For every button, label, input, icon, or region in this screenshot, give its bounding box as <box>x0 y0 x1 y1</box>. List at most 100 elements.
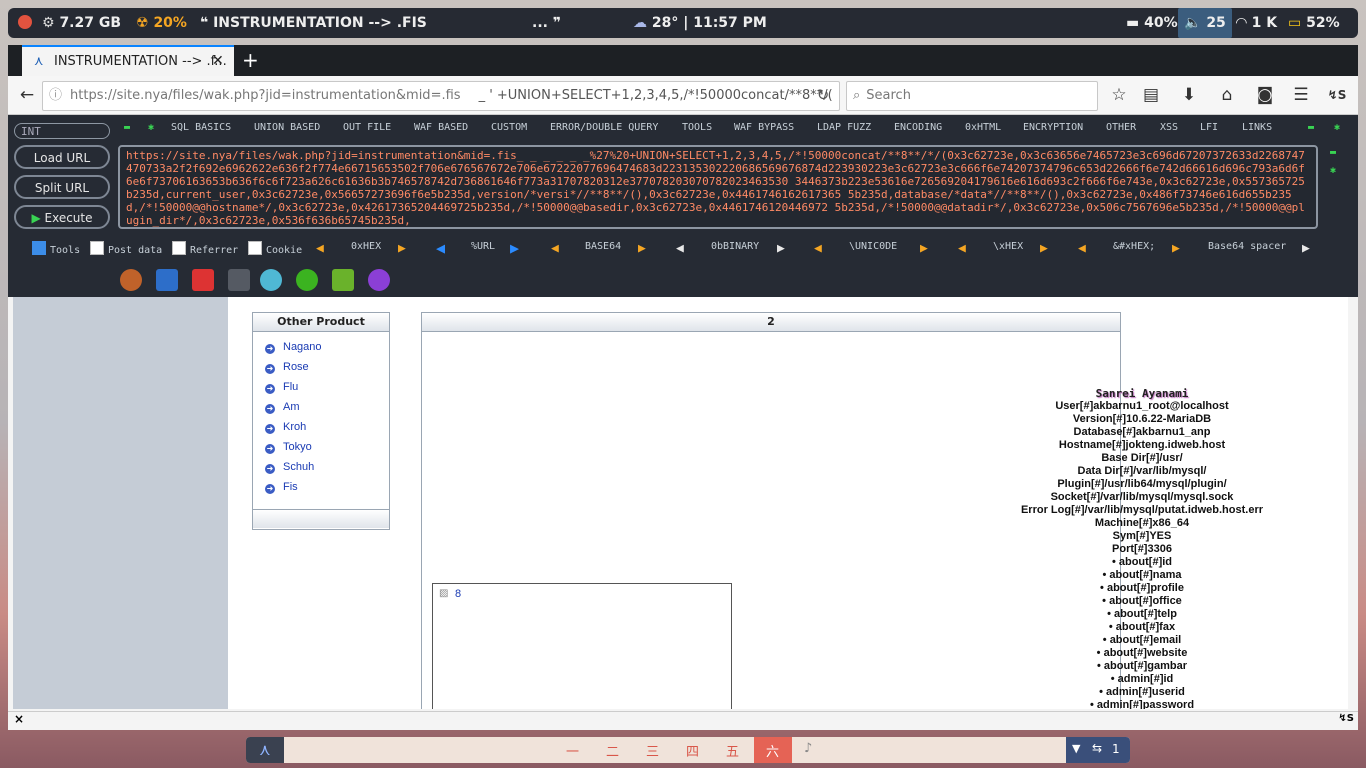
tool-green-dot-icon[interactable] <box>296 269 318 291</box>
url-bar[interactable]: ⓘ https://site.nya/files/wak.php?jid=inst… <box>42 81 840 111</box>
workspace-5[interactable]: 五 <box>726 741 739 760</box>
launcher-icon[interactable] <box>18 8 38 38</box>
menu-waf-based[interactable]: WAF BASED <box>414 122 468 133</box>
product-link-schuh[interactable]: ➜ Schuh <box>265 461 314 474</box>
menu-star-icon: ✱ <box>148 122 155 133</box>
product-label: Schuh <box>283 461 315 473</box>
menu-other[interactable]: OTHER <box>1106 122 1136 133</box>
product-link-tokyo[interactable]: ➜ Tokyo <box>265 441 312 454</box>
b64-decode-arrow-icon[interactable]: ◀ <box>551 241 559 256</box>
power-indicator: ▭ 52% <box>1288 8 1340 38</box>
tab-active[interactable]: ⋏ INSTRUMENTATION --> .f... ✕ <box>22 45 234 76</box>
int-select[interactable]: INT <box>14 123 110 139</box>
menu-icon[interactable]: ☰ <box>1290 84 1312 106</box>
info-line: • about[#]nama <box>1102 569 1182 581</box>
split-url-button[interactable]: Split URL <box>14 175 110 199</box>
load-url-button[interactable]: Load URL <box>14 145 110 169</box>
info-line: Base Dir[#]/usr/ <box>1101 452 1183 464</box>
product-link-flu[interactable]: ➜ Flu <box>265 381 298 394</box>
search-input[interactable]: ⌕ Search <box>846 81 1098 111</box>
bookmark-star-icon[interactable]: ☆ <box>1108 84 1130 106</box>
arrow-bullet-icon: ➜ <box>265 364 275 374</box>
tool-addon-icon[interactable] <box>332 269 354 291</box>
product-link-nagano[interactable]: ➜ Nagano <box>265 341 322 354</box>
dock-tray[interactable]: ▼ ⇆ 1 <box>1066 737 1130 763</box>
menu-links[interactable]: LINKS <box>1242 122 1272 133</box>
bin-encode-arrow-icon[interactable]: ▶ <box>777 241 785 256</box>
workspace-6-active[interactable]: 六 <box>754 737 792 763</box>
menu-encoding[interactable]: ENCODING <box>894 122 942 133</box>
menu-tools[interactable]: TOOLS <box>682 122 712 133</box>
chevron-down-icon[interactable]: ▼ <box>1072 742 1080 755</box>
execute-button[interactable]: ▶ Execute <box>14 205 110 229</box>
hex-encode-arrow-icon[interactable]: ▶ <box>398 241 406 256</box>
menu-ldap-fuzz[interactable]: LDAP FUZZ <box>817 122 871 133</box>
product-link-fis[interactable]: ➜ Fis <box>265 481 298 494</box>
volume-indicator[interactable]: 🔈 25 <box>1178 8 1232 38</box>
url-decode-arrow-icon[interactable]: ◀ <box>436 239 445 257</box>
menu-sql-basics[interactable]: SQL BASICS <box>171 122 231 133</box>
product-link-kroh[interactable]: ➜ Kroh <box>265 421 306 434</box>
menu-out-file[interactable]: OUT FILE <box>343 122 391 133</box>
info-line: Sym[#]YES <box>1112 530 1172 542</box>
html-encode-arrow-icon[interactable]: ▶ <box>1172 241 1180 256</box>
tool-lock-icon[interactable] <box>260 269 282 291</box>
url-encode-arrow-icon[interactable]: ▶ <box>510 239 519 257</box>
menu-0xhtml[interactable]: 0xHTML <box>965 122 1001 133</box>
xhex-decode-arrow-icon[interactable]: ◀ <box>958 241 966 256</box>
uni-encode-arrow-icon[interactable]: ▶ <box>920 241 928 256</box>
music-icon[interactable]: ♪ <box>804 741 812 756</box>
product-label: Nagano <box>283 341 322 353</box>
menu-encryption[interactable]: ENCRYPTION <box>1023 122 1083 133</box>
spacer-arrow-icon[interactable]: ▶ <box>1302 241 1310 256</box>
menu-waf-bypass[interactable]: WAF BYPASS <box>734 122 794 133</box>
menu-bullet-icon: ▬ <box>124 122 131 133</box>
volume-text: 25 <box>1206 15 1226 31</box>
enc-binary: 0bBINARY <box>711 241 760 252</box>
menu-union-based[interactable]: UNION BASED <box>254 122 320 133</box>
reload-icon[interactable]: ↻ <box>812 84 834 106</box>
new-tab-button[interactable]: + <box>242 48 259 72</box>
menu-custom[interactable]: CUSTOM <box>491 122 527 133</box>
workspace-2[interactable]: 二 <box>606 741 619 760</box>
enc-url: %URL <box>471 241 496 252</box>
reader-list-icon[interactable]: ▤ <box>1140 84 1162 106</box>
dock-launcher[interactable]: ⋏ <box>246 737 284 763</box>
home-icon[interactable]: ⌂ <box>1216 84 1238 106</box>
hex-decode-arrow-icon[interactable]: ◀ <box>316 241 324 256</box>
title-ellipsis-text: ... <box>532 15 548 31</box>
pocket-icon[interactable]: ◙ <box>1254 84 1276 106</box>
tool-puzzle-icon[interactable] <box>156 269 178 291</box>
product-link-am[interactable]: ➜ Am <box>265 401 300 414</box>
info-icon[interactable]: ⓘ <box>43 88 70 103</box>
tool-fox-icon[interactable] <box>120 269 142 291</box>
cookie-checkbox[interactable]: Cookie <box>248 241 302 256</box>
tools-checkbox[interactable]: Tools <box>32 241 80 256</box>
tool-plane-icon[interactable] <box>228 269 250 291</box>
referrer-checkbox[interactable]: Referrer <box>172 241 238 256</box>
menu-xss[interactable]: XSS <box>1160 122 1178 133</box>
xhex-encode-arrow-icon[interactable]: ▶ <box>1040 241 1048 256</box>
tab-close-icon[interactable]: ✕ <box>212 47 224 76</box>
html-decode-arrow-icon[interactable]: ◀ <box>1078 241 1086 256</box>
bin-decode-arrow-icon[interactable]: ◀ <box>676 241 684 256</box>
uni-decode-arrow-icon[interactable]: ◀ <box>814 241 822 256</box>
findbar-close-icon[interactable]: × <box>14 712 24 726</box>
workspace-3[interactable]: 三 <box>646 741 659 760</box>
product-link-rose[interactable]: ➜ Rose <box>265 361 309 374</box>
b64-encode-arrow-icon[interactable]: ▶ <box>638 241 646 256</box>
workspace-4[interactable]: 四 <box>686 741 699 760</box>
tool-refresh-icon[interactable] <box>192 269 214 291</box>
url-textarea[interactable]: https://site.nya/files/wak.php?jid=instr… <box>118 145 1318 229</box>
menu-error-double-query[interactable]: ERROR/DOUBLE QUERY <box>550 122 658 133</box>
info-line: • about[#]gambar <box>1096 660 1188 672</box>
menu-lfi[interactable]: LFI <box>1200 122 1218 133</box>
post-data-checkbox[interactable]: Post data <box>90 241 162 256</box>
js-switch-icon[interactable]: ↯S <box>1326 84 1348 106</box>
workspace-1[interactable]: 一 <box>566 741 579 760</box>
tool-firefox-icon[interactable] <box>368 269 390 291</box>
back-button[interactable]: ← <box>16 84 38 106</box>
broken-image-frame: ▨ 8 <box>432 583 732 709</box>
power-text: 52% <box>1306 15 1340 31</box>
download-icon[interactable]: ⬇ <box>1178 84 1200 106</box>
